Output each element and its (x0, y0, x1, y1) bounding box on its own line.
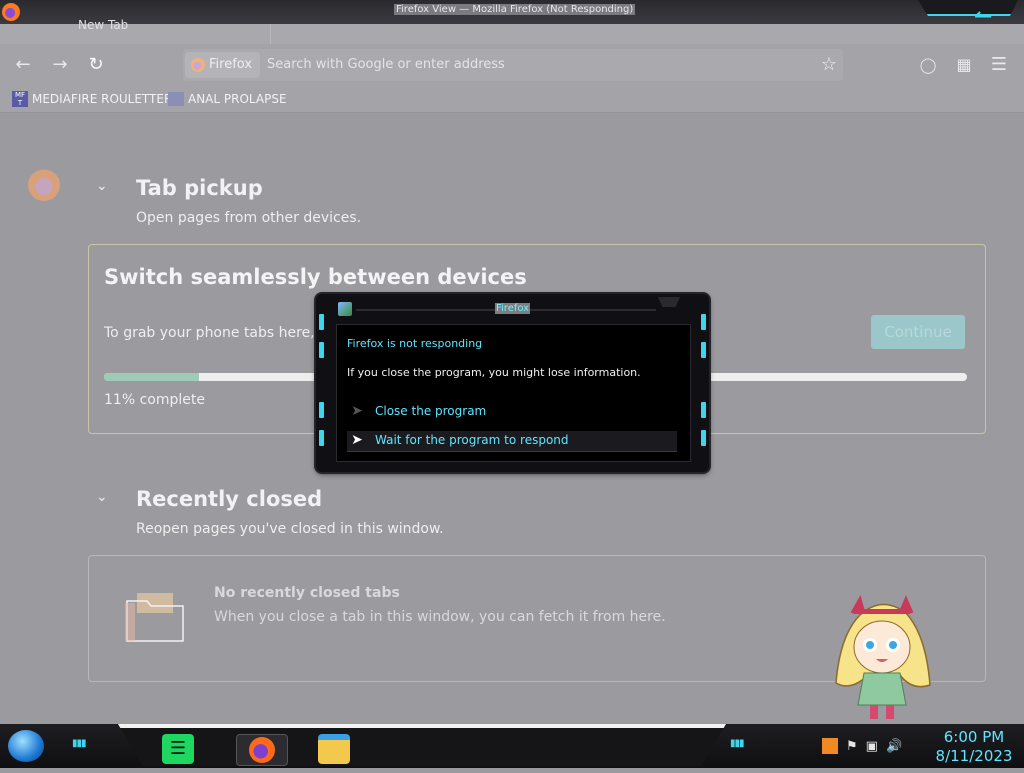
firefox-view-logo-icon (28, 169, 60, 201)
identity-label: Firefox (209, 57, 253, 72)
dialog-title: Firefox (495, 303, 531, 314)
setup-progress-text: 11% complete (104, 392, 205, 408)
setup-card-description: To grab your phone tabs here, fi (104, 325, 328, 341)
dialog-left-led (319, 430, 324, 446)
wait-for-program-button[interactable]: ➤ Wait for the program to respond (347, 431, 677, 452)
taskbar-led-decoration: ▮▮▮ (730, 738, 744, 749)
dialog-app-icon (338, 302, 352, 316)
setup-progress-fill (104, 373, 199, 381)
continue-button[interactable]: Continue (871, 315, 965, 349)
forward-button[interactable]: → (46, 51, 74, 79)
reload-button[interactable]: ↻ (82, 51, 110, 79)
taskbar-app-area: ☰ (118, 724, 726, 766)
dialog-right-led (701, 314, 706, 330)
dialog-left-led (319, 402, 324, 418)
bookmark-anal-prolapse[interactable]: ANAL PROLAPSE (168, 90, 287, 108)
firefox-app-icon (2, 3, 20, 21)
flag-icon[interactable]: ⚑ (846, 739, 858, 754)
clock-time[interactable]: 6:00 PM (934, 728, 1014, 746)
firefox-app-button[interactable] (236, 734, 288, 766)
taskbar: ▮▮▮ ☰ ▮▮▮ ⚑ ▣ 🔊 6:00 PM 8/11/2023 (0, 724, 1024, 768)
dialog-left-led (319, 314, 324, 330)
arrow-right-icon: ➤ (351, 432, 363, 448)
setup-card-title: Switch seamlessly between devices (104, 265, 527, 289)
bookmark-mediafire-rouletter[interactable]: MF T MEDIAFIRE ROULETTER (12, 90, 172, 108)
tab-pickup-collapse-chevron-icon[interactable]: ⌄ (96, 178, 108, 194)
mediafire-favicon-icon: MF T (12, 91, 28, 107)
menu-hamburger-icon[interactable]: ☰ (985, 51, 1013, 79)
no-closed-tabs-description: When you close a tab in this window, you… (214, 609, 666, 625)
bookmark-label: ANAL PROLAPSE (188, 92, 287, 106)
arrow-right-icon: ➤ (351, 403, 363, 419)
address-input[interactable]: Search with Google or enter address (267, 49, 505, 81)
no-closed-tabs-title: No recently closed tabs (214, 585, 400, 601)
identity-box[interactable]: Firefox (185, 52, 261, 78)
bookmark-star-icon[interactable]: ☆ (817, 53, 841, 77)
recently-closed-subtitle: Reopen pages you've closed in this windo… (136, 521, 444, 537)
pocket-icon[interactable]: ◯ (914, 51, 942, 79)
navigation-toolbar: ← → ↻ Firefox Search with Google or ente… (0, 44, 1024, 86)
firefox-logo-icon (191, 58, 205, 72)
dialog-right-led (701, 402, 706, 418)
tab-new-tab[interactable]: New Tab (20, 18, 271, 44)
close-program-button[interactable]: ➤ Close the program (347, 402, 677, 420)
close-program-label: Close the program (375, 404, 487, 418)
desktop-character-sticker (835, 595, 931, 719)
system-tray: ⚑ ▣ 🔊 (822, 732, 902, 760)
bookmarks-toolbar: MF T MEDIAFIRE ROULETTER ANAL PROLAPSE (0, 86, 1024, 113)
window-title: Firefox View — Mozilla Firefox (Not Resp… (394, 4, 636, 15)
dialog-right-led (701, 430, 706, 446)
app-tray-icon[interactable] (822, 738, 838, 754)
tab-label: New Tab (78, 18, 129, 32)
dialog-close-ornament[interactable] (658, 297, 680, 307)
start-button[interactable] (8, 730, 44, 762)
empty-folder-illustration-icon (125, 593, 184, 642)
dialog-body: Firefox is not responding If you close t… (336, 324, 691, 462)
extensions-icon[interactable]: ▦ (950, 51, 978, 79)
folder-favicon-icon (168, 92, 184, 106)
volume-icon[interactable]: 🔊 (886, 739, 902, 754)
clock-date[interactable]: 8/11/2023 (934, 747, 1014, 765)
taskbar-led-decoration: ▮▮▮ (72, 738, 86, 749)
dialog-heading: Firefox is not responding (347, 337, 483, 350)
tab-strip: New Tab (0, 18, 1024, 44)
url-bar[interactable]: Firefox Search with Google or enter addr… (183, 49, 843, 81)
not-responding-dialog: Firefox Firefox is not responding If you… (316, 294, 709, 472)
dialog-right-led (701, 342, 706, 358)
window-title-bar: Firefox View — Mozilla Firefox (Not Resp… (0, 0, 1024, 29)
tab-pickup-subtitle: Open pages from other devices. (136, 210, 362, 226)
recently-closed-title: Recently closed (136, 487, 323, 511)
file-explorer-app-button[interactable] (318, 734, 350, 764)
wait-for-program-label: Wait for the program to respond (375, 433, 569, 447)
dialog-left-led (319, 342, 324, 358)
dialog-message: If you close the program, you might lose… (347, 366, 641, 379)
back-button[interactable]: ← (9, 51, 37, 79)
bookmark-label: MEDIAFIRE ROULETTER (32, 92, 173, 106)
spotify-app-button[interactable]: ☰ (162, 734, 194, 764)
network-icon[interactable]: ▣ (866, 739, 878, 754)
title-bar-corner-ornament (918, 0, 1018, 16)
firefox-taskbar-icon (249, 737, 275, 763)
tab-pickup-title: Tab pickup (136, 176, 263, 200)
recently-closed-collapse-chevron-icon[interactable]: ⌄ (96, 489, 108, 505)
